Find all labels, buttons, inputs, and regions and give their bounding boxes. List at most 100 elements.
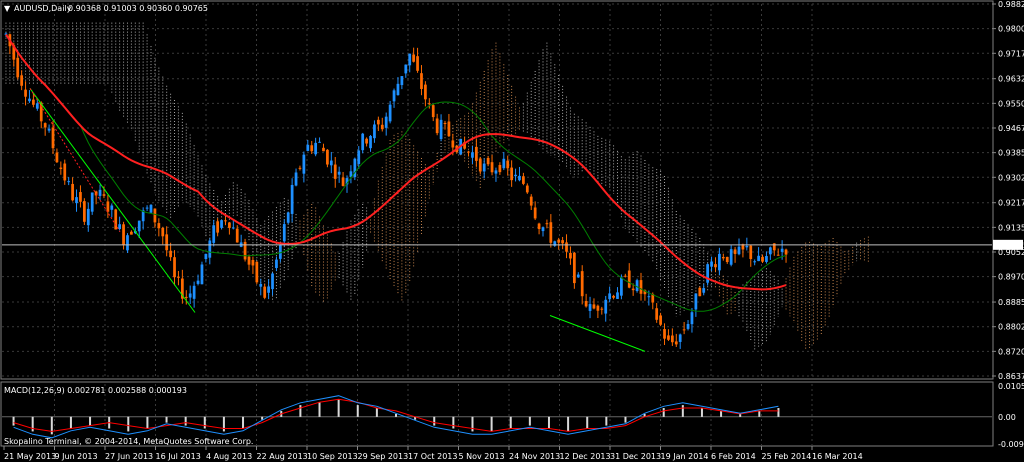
candle-body <box>102 194 106 196</box>
candle-body <box>639 280 643 294</box>
candle-body <box>306 144 310 151</box>
candle-body <box>165 234 169 251</box>
candle-body <box>588 304 592 311</box>
candle-body <box>267 286 270 293</box>
candle-body <box>518 175 521 181</box>
macd-tick-label: -0.009306 <box>998 440 1024 449</box>
candle-body <box>600 308 604 310</box>
candle-body <box>282 224 286 242</box>
candle-body <box>420 73 423 90</box>
candle-body <box>447 121 451 137</box>
price-tick-label: 0.95500 <box>998 99 1024 108</box>
candle-body <box>502 158 506 169</box>
candle-body <box>82 201 86 222</box>
candle-body <box>776 254 780 256</box>
candle-body <box>322 147 325 152</box>
candle-body <box>733 249 737 254</box>
macd-hist-bar <box>356 405 359 417</box>
date-tick-label: 17 Oct 2013 <box>408 452 457 461</box>
date-tick-label: 24 Nov 2013 <box>509 452 560 461</box>
candle-body <box>384 116 388 128</box>
candle-body <box>784 249 788 255</box>
date-tick-label: 9 Jun 2013 <box>55 452 98 461</box>
candle-body <box>663 329 666 339</box>
candle-body <box>212 225 216 243</box>
price-tick-label: 0.96325 <box>998 75 1024 84</box>
candle-body <box>416 56 419 71</box>
candle-body <box>20 75 24 86</box>
chart-canvas[interactable]: 0.98825 0.98000 0.97175 0.96325 0.95500 0.946… <box>0 0 1024 462</box>
candle-body <box>545 223 549 225</box>
candle-body <box>667 335 670 340</box>
macd-hist-bar <box>89 416 92 426</box>
candle-body <box>749 245 753 259</box>
date-tick-label: 19 Jan 2014 <box>661 452 709 461</box>
candle-body <box>768 247 772 255</box>
candle-body <box>376 119 380 125</box>
macd-hist-bar <box>567 416 570 432</box>
macd-label: MACD(12,26,9) 0.002781 0.002588 0.000193 <box>4 386 187 395</box>
candle-body <box>137 220 141 232</box>
macd-hist-bar <box>547 416 550 429</box>
candle-body <box>659 315 662 325</box>
candle-body <box>592 304 596 309</box>
price-tick-label: 0.93850 <box>998 149 1024 158</box>
candle-body <box>725 256 729 263</box>
macd-hist-bar <box>165 416 168 423</box>
candle-body <box>177 276 180 278</box>
macd-hist-bar <box>69 416 72 429</box>
candle-body <box>400 76 404 86</box>
candle-body <box>435 118 439 134</box>
macd-hist-bar <box>242 416 245 429</box>
candle-body <box>718 253 721 271</box>
candle-body <box>537 223 541 230</box>
ohlc-readout: 0.90368 0.91003 0.90360 0.90765 <box>68 4 208 13</box>
macd-hist-bar <box>681 405 684 417</box>
candle-body <box>690 312 694 325</box>
macd-hist-bar <box>261 416 264 420</box>
macd-hist-bar <box>12 416 15 426</box>
candle-body <box>380 124 384 130</box>
candle-body <box>694 293 698 310</box>
candle-body <box>247 256 251 265</box>
candle-body <box>184 296 188 298</box>
candle-body <box>765 256 768 262</box>
candle-body <box>404 64 408 74</box>
candle-body <box>224 220 227 222</box>
candle-body <box>373 124 376 139</box>
candle-body <box>63 163 67 181</box>
macd-hist-bar <box>375 408 378 417</box>
candle-body <box>357 150 361 164</box>
candle-body <box>674 341 678 345</box>
candle-body <box>533 207 537 219</box>
candle-body <box>153 208 157 223</box>
candle-body <box>51 127 55 149</box>
macd-hist-bar <box>318 402 321 417</box>
candle-body <box>71 183 74 201</box>
candle-body <box>298 167 302 169</box>
candle-body <box>506 160 510 169</box>
dropdown-arrow-icon[interactable]: ▼ <box>4 4 11 13</box>
date-tick-label: 31 Dec 2013 <box>610 452 661 461</box>
candle-body <box>341 177 345 186</box>
macd-hist-bar <box>127 416 130 432</box>
candle-body <box>721 257 725 259</box>
candle-body <box>486 157 490 165</box>
macd-hist-bar <box>700 408 703 417</box>
date-tick-label: 29 Sep 2013 <box>358 452 409 461</box>
candle-body <box>173 257 176 278</box>
candle-body <box>698 287 702 297</box>
candle-body <box>365 138 368 144</box>
candle-body <box>627 270 631 288</box>
candle-body <box>686 324 690 329</box>
macd-hist-bar <box>31 416 34 432</box>
candle-body <box>745 245 749 248</box>
candle-body <box>204 253 208 259</box>
candle-body <box>114 209 118 230</box>
candle-body <box>443 122 447 124</box>
date-tick-label: 12 Dec 2013 <box>560 452 611 461</box>
candle-body <box>79 192 82 202</box>
candle-body <box>294 172 298 186</box>
price-tick-label: 0.89700 <box>998 273 1024 282</box>
candle-body <box>169 250 172 258</box>
